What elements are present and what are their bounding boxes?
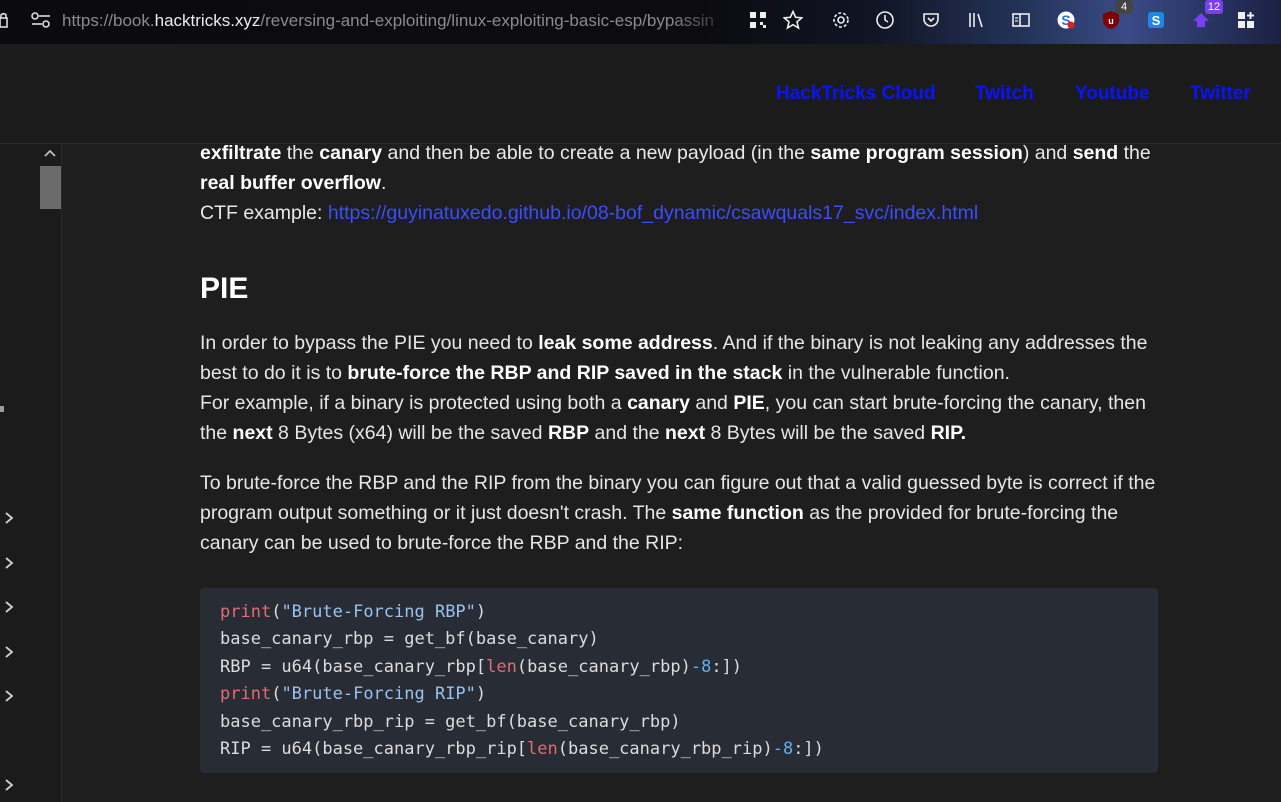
- text: For example, if a binary is protected us…: [200, 392, 628, 414]
- extension-purple-icon[interactable]: 12: [1189, 0, 1223, 32]
- code-line: base_canary_rbp = get_bf(base_canary): [220, 629, 599, 650]
- scroll-up-arrow-icon[interactable]: [43, 148, 57, 158]
- ublock-origin-icon[interactable]: u 4: [1099, 0, 1133, 32]
- chevron-right-icon[interactable]: [3, 689, 15, 703]
- extension-s-red-icon[interactable]: S: [1054, 8, 1078, 32]
- text: and the: [589, 422, 666, 444]
- text: the: [281, 142, 320, 164]
- bold-text: same function: [671, 502, 804, 524]
- ctf-example-link[interactable]: https://guyinatuxedo.github.io/08-bof_dy…: [328, 202, 978, 224]
- address-bar[interactable]: https://book.hacktricks.xyz/reversing-an…: [62, 10, 738, 32]
- code-text: (base_canary_rbp_rip): [557, 738, 773, 759]
- code-block[interactable]: print("Brute-Forcing RBP") base_canary_r…: [200, 588, 1158, 773]
- history-clock-icon[interactable]: [873, 8, 897, 32]
- bold-text: RBP: [547, 422, 590, 444]
- code-line: print("Brute-Forcing RBP"): [220, 599, 1138, 626]
- pie-paragraph-1: In order to bypass the PIE you need to l…: [200, 328, 1165, 448]
- url-host: hacktricks.xyz: [154, 11, 261, 30]
- code-text: (base_canary_rbp): [516, 656, 691, 677]
- code-line: RIP = u64(base_canary_rbp_rip[len(base_c…: [220, 736, 1138, 763]
- svg-text:u: u: [1108, 16, 1114, 26]
- code-line: base_canary_rbp_rip = get_bf(base_canary…: [220, 711, 681, 732]
- settings-gear-icon[interactable]: [829, 8, 853, 32]
- pie-paragraph-2: To brute-force the RBP and the RIP from …: [200, 468, 1165, 558]
- ublock-badge: 4: [1115, 0, 1133, 14]
- bold-text: brute-force the RBP and RIP saved in the…: [347, 362, 783, 384]
- site-header: HackTricks Cloud Twitch Youtube Twitter: [0, 44, 1281, 144]
- code-text: ): [475, 602, 487, 622]
- code-text: (: [271, 602, 282, 622]
- code-number: -8: [772, 738, 794, 759]
- chevron-right-icon[interactable]: [3, 600, 15, 614]
- bold-text: next: [232, 422, 273, 444]
- bold-text: next: [665, 422, 706, 444]
- code-text: RIP = u64(base_canary_rbp_rip[: [220, 738, 528, 759]
- sidebar-marker: [0, 406, 4, 412]
- chevron-right-icon[interactable]: [3, 511, 15, 525]
- extension-badge: 12: [1205, 0, 1223, 14]
- bookmark-star-icon[interactable]: [781, 8, 805, 32]
- text: and: [689, 392, 734, 414]
- bold-text: exfiltrate: [200, 142, 282, 164]
- code-line: RBP = u64(base_canary_rbp[len(base_canar…: [220, 654, 1138, 681]
- ctf-example: CTF example: https://guyinatuxedo.github…: [200, 198, 1160, 228]
- text: ) and: [1022, 142, 1073, 164]
- extensions-puzzle-icon[interactable]: [1234, 8, 1258, 32]
- svg-text:S: S: [1152, 13, 1161, 28]
- text: In order to bypass the PIE you need to: [200, 332, 539, 354]
- bold-text: PIE: [733, 392, 765, 414]
- bold-text: RIP.: [930, 422, 966, 444]
- bold-text: real buffer overflow: [200, 172, 381, 194]
- code-keyword: print: [220, 602, 272, 622]
- code-text: :]): [793, 738, 824, 759]
- bold-text: same program session: [810, 142, 1023, 164]
- pocket-icon[interactable]: [919, 8, 943, 32]
- code-number: -8: [690, 656, 712, 677]
- text: 8 Bytes will be the saved: [705, 422, 931, 444]
- code-keyword: print: [220, 684, 272, 705]
- chevron-right-icon[interactable]: [3, 556, 15, 570]
- url-path: /reversing-and-exploiting/linux-exploiti…: [260, 11, 714, 30]
- url-prefix: https://book.: [62, 11, 155, 30]
- library-icon[interactable]: [964, 8, 988, 32]
- nav-twitch[interactable]: Twitch: [975, 83, 1034, 105]
- intro-line-2: real buffer overflow.: [200, 168, 1160, 198]
- browser-toolbar: https://book.hacktricks.xyz/reversing-an…: [0, 0, 1281, 44]
- text: and then be able to create a new payload…: [382, 142, 811, 164]
- code-text: RBP = u64(base_canary_rbp[: [220, 656, 487, 677]
- lock-icon[interactable]: [0, 10, 8, 30]
- code-text: :]): [711, 656, 743, 677]
- code-text: ): [475, 684, 487, 705]
- bold-text: canary: [627, 392, 690, 414]
- text: in the vulnerable function.: [782, 362, 1010, 384]
- code-text: (: [271, 684, 282, 705]
- chevron-right-icon[interactable]: [3, 778, 15, 792]
- nav-twitter[interactable]: Twitter: [1190, 83, 1251, 105]
- text: .: [380, 172, 387, 194]
- sidebar: [0, 144, 62, 802]
- bold-text: leak some address: [538, 332, 713, 354]
- bold-text: canary: [319, 142, 383, 164]
- text: 8 Bytes (x64) will be the saved: [272, 422, 548, 444]
- qr-code-icon[interactable]: [746, 8, 770, 32]
- code-string: "Brute-Forcing RIP": [281, 684, 476, 705]
- ctf-label: CTF example:: [200, 202, 328, 224]
- reader-view-icon[interactable]: [1009, 8, 1033, 32]
- nav-youtube[interactable]: Youtube: [1075, 83, 1150, 105]
- text: the: [1118, 142, 1151, 164]
- extension-s-blue-icon[interactable]: S: [1144, 8, 1168, 32]
- bold-text: send: [1072, 142, 1119, 164]
- scrollbar-thumb[interactable]: [40, 166, 61, 209]
- site-permissions-icon[interactable]: [31, 12, 51, 28]
- nav-hacktricks-cloud[interactable]: HackTricks Cloud: [776, 83, 935, 105]
- intro-line-1: exfiltrate the canary and then be able t…: [200, 138, 1160, 168]
- intro-text: exfiltrate the canary and then be able t…: [200, 138, 1160, 228]
- chevron-right-icon[interactable]: [3, 645, 15, 659]
- code-keyword: len: [486, 656, 517, 677]
- code-line: print("Brute-Forcing RIP"): [220, 681, 1138, 708]
- code-string: "Brute-Forcing RBP": [281, 602, 476, 622]
- section-heading-pie: PIE: [200, 272, 249, 305]
- code-keyword: len: [527, 738, 558, 759]
